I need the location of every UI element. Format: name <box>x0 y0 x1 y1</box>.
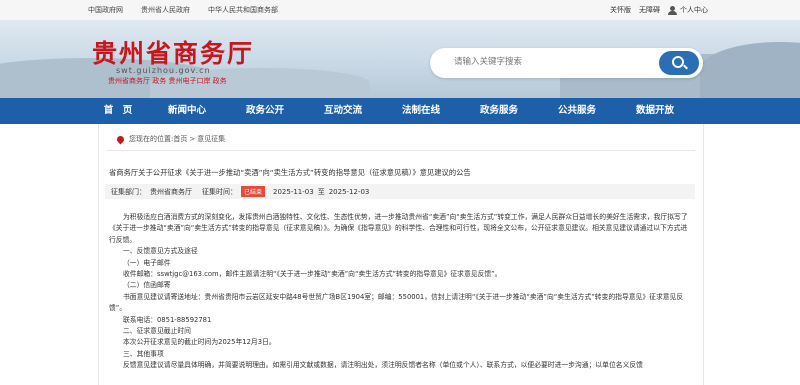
content-panel: 您现在的位置: 首页 > 意见征集 省商务厅关于公开征求《关于进一步推动“卖酒”… <box>98 124 704 385</box>
site-domain: swt.guizhou.gov.cn <box>116 66 211 75</box>
paragraph-phone: 联系电话：0851-88592781 <box>123 315 212 324</box>
paragraph-deadline: 本次公开征求意见的截止时间为2025年12月3日。 <box>123 338 276 347</box>
site-logo-title[interactable]: 贵州省商务厅 <box>92 34 254 70</box>
accessibility-link[interactable]: 无障碍 <box>639 5 660 15</box>
link-gov-cn[interactable]: 中国政府网 <box>88 5 123 15</box>
end-date: 2025-12-03 <box>328 187 370 196</box>
search-box <box>430 48 703 78</box>
nav-item-gov-info[interactable]: 政务公开 <box>226 98 304 124</box>
breadcrumb: 您现在的位置: 首页 > 意见征集 <box>115 134 225 144</box>
paragraph-intro: 为积极适应白酒消费方式的深刻变化，发挥贵州白酒独特性、文化性、生态性优势，进一步… <box>109 213 688 244</box>
paragraph-other: 反馈意见建议请尽量具体明确，并简要说明理由。如需引用文献或数据，请注明出处，须注… <box>123 361 643 370</box>
start-date: 2025-11-03 <box>273 187 314 196</box>
nav-item-interaction[interactable]: 互动交流 <box>304 98 382 124</box>
breadcrumb-current[interactable]: 意见征集 <box>197 134 225 144</box>
user-icon <box>668 5 677 15</box>
top-links: 中国政府网 贵州省人民政府 中华人民共和国商务部 <box>88 5 296 15</box>
breadcrumb-separator: > <box>189 135 196 143</box>
link-mofcom[interactable]: 中华人民共和国商务部 <box>208 5 278 15</box>
section-heading-1: 一、反馈意见方式及途径 <box>123 247 198 256</box>
status-badge: 已结束 <box>241 186 266 197</box>
header-banner: 贵州省商务厅 swt.guizhou.gov.cn 贵州省商务厅 政务 贵州电子… <box>0 20 800 98</box>
subsection-email: （一）电子邮件 <box>123 258 171 267</box>
divider <box>107 150 695 151</box>
paragraph-email: 收件邮箱：sswtjgc@163.com，邮件主题请注明“《关于进一步推动“卖酒… <box>123 270 502 279</box>
nav-item-public-service[interactable]: 公共服务 <box>538 98 616 124</box>
care-edition-link[interactable]: 关怀版 <box>610 5 631 15</box>
breadcrumb-home[interactable]: 首页 <box>173 134 187 144</box>
section-heading-3: 三、其他事项 <box>123 349 164 358</box>
article-body: 为积极适应白酒消费方式的深刻变化，发挥贵州白酒独特性、文化性、生态性优势，进一步… <box>109 212 691 372</box>
paragraph-mail: 书面意见建议请寄送地址：贵州省贵阳市云岩区延安中路48号世贸广场B区1904室；… <box>109 292 684 313</box>
site-subtitle: 贵州省商务厅 政务 贵州电子口岸 政务 <box>108 77 227 85</box>
main-nav: 首 页 新闻中心 政务公开 互动交流 法制在线 政务服务 公共服务 数据开放 <box>0 98 800 124</box>
section-heading-2: 二、征求意见截止时间 <box>123 327 191 336</box>
location-pin-icon <box>115 134 126 144</box>
nav-item-legal[interactable]: 法制在线 <box>382 98 460 124</box>
article-title: 省商务厅关于公开征求《关于进一步推动“卖酒”向“卖生活方式”转变的指导意见（征求… <box>109 168 471 177</box>
nav-item-news[interactable]: 新闻中心 <box>148 98 226 124</box>
dept-label: 征集部门： <box>111 187 146 196</box>
article-meta: 征集部门： 贵州省商务厅 征集时间： 已结束 2025-11-03 至 2025… <box>105 184 695 199</box>
dept-value: 贵州省商务厅 <box>150 187 192 196</box>
date-separator: 至 <box>317 187 325 196</box>
search-button[interactable] <box>659 51 699 75</box>
time-label: 征集时间： <box>202 187 237 196</box>
top-tools: 关怀版 无障碍 个人中心 <box>602 5 708 15</box>
nav-item-open-data[interactable]: 数据开放 <box>616 98 694 124</box>
search-input[interactable] <box>452 56 656 68</box>
nav-item-gov-service[interactable]: 政务服务 <box>460 98 538 124</box>
nav-item-home[interactable]: 首 页 <box>88 98 148 124</box>
subsection-mail: （二）信函邮寄 <box>123 281 171 290</box>
top-utility-bar: 中国政府网 贵州省人民政府 中华人民共和国商务部 关怀版 无障碍 个人中心 <box>0 0 800 21</box>
breadcrumb-prefix: 您现在的位置: <box>129 135 174 143</box>
link-guizhou-gov[interactable]: 贵州省人民政府 <box>141 5 190 15</box>
user-center-link[interactable]: 个人中心 <box>680 5 708 15</box>
